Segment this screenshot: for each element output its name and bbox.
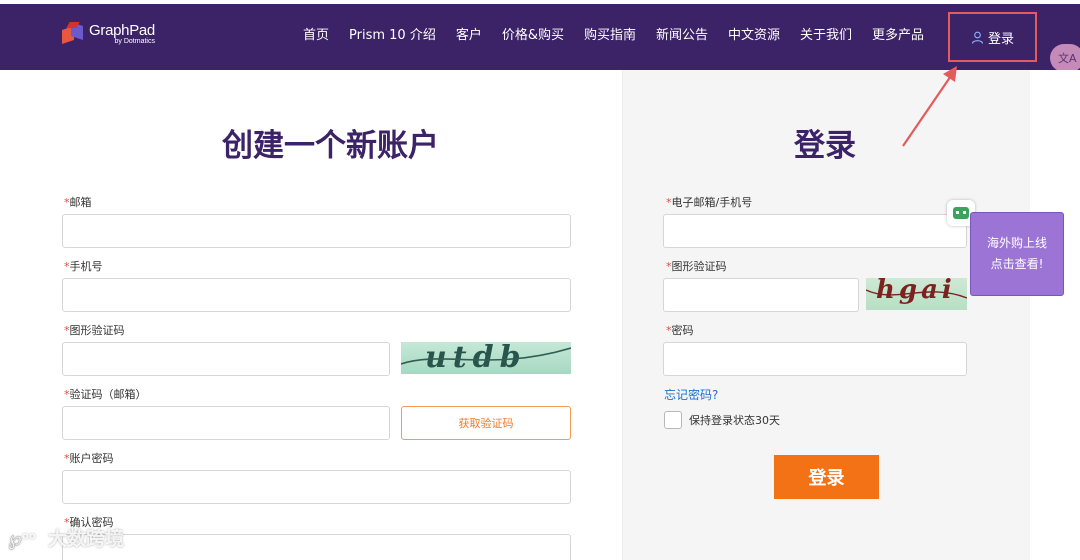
watermark: ℘ oo 大数跨境 (8, 524, 124, 551)
password-field[interactable] (62, 470, 571, 504)
nav-item-customers[interactable]: 客户 (456, 28, 482, 44)
svg-text:℘: ℘ (8, 526, 22, 550)
graphpad-logo-icon (62, 22, 86, 44)
phone-field[interactable] (62, 278, 571, 312)
login-password-label: *密码 (666, 324, 694, 337)
captcha-label: *图形验证码 (64, 324, 125, 337)
verify-code-field[interactable] (62, 406, 390, 440)
remember-label: 保持登录状态30天 (689, 414, 780, 427)
nav-item-chinese-resources[interactable]: 中文资源 (728, 28, 780, 44)
register-title: 创建一个新账户 (222, 128, 439, 164)
user-icon (971, 31, 984, 44)
email-field[interactable] (62, 214, 571, 248)
nav-item-buying-guide[interactable]: 购买指南 (584, 28, 636, 44)
login-password-field[interactable] (663, 342, 967, 376)
captcha-field[interactable] (62, 342, 390, 376)
email-label: *邮箱 (64, 196, 92, 209)
logo-subtitle: by Dotmatics (114, 38, 155, 45)
watermark-text: 大数跨境 (48, 528, 125, 550)
verify-code-label: *验证码（邮箱） (64, 388, 147, 401)
remember-me[interactable]: 保持登录状态30天 (664, 411, 780, 429)
promo-line-2: 点击查看! (990, 257, 1044, 271)
nav-item-news[interactable]: 新闻公告 (656, 28, 708, 44)
nav-item-more-products[interactable]: 更多产品 (872, 28, 924, 44)
nav-item-about[interactable]: 关于我们 (800, 28, 852, 44)
login-captcha-label: *图形验证码 (666, 260, 727, 273)
annotation-arrow-icon (902, 66, 957, 147)
phone-label: *手机号 (64, 260, 103, 273)
main-nav: 首页 Prism 10 介绍 客户 价格&购买 购买指南 新闻公告 中文资源 关… (303, 28, 944, 44)
promo-popup[interactable]: 海外购上线 点击查看! (970, 212, 1064, 296)
login-captcha-image[interactable]: hgai (866, 278, 967, 310)
captcha-image[interactable]: utdb (401, 342, 571, 374)
header-login-label: 登录 (987, 31, 1014, 47)
account-field[interactable] (663, 214, 967, 248)
watermark-logo-icon: ℘ oo (8, 525, 36, 550)
confirm-password-field[interactable] (62, 534, 571, 560)
nav-item-home[interactable]: 首页 (303, 28, 329, 44)
forgot-password-link[interactable]: 忘记密码? (664, 386, 718, 403)
login-captcha-field[interactable] (663, 278, 859, 312)
remember-checkbox[interactable] (664, 411, 682, 429)
header-login-link[interactable]: 登录 (948, 12, 1037, 62)
password-label: *账户密码 (64, 452, 114, 465)
login-title: 登录 (794, 128, 856, 164)
get-code-button[interactable]: 获取验证码 (401, 406, 571, 440)
nav-item-pricing[interactable]: 价格&购买 (502, 28, 564, 44)
graphpad-logo[interactable]: GraphPad by Dotmatics (62, 22, 155, 54)
login-submit-button[interactable]: 登录 (774, 455, 879, 499)
svg-text:oo: oo (22, 531, 36, 542)
translate-icon[interactable]: 文A (1050, 44, 1080, 72)
nav-item-prism[interactable]: Prism 10 介绍 (349, 28, 436, 44)
account-label: *电子邮箱/手机号 (666, 196, 753, 209)
promo-line-1: 海外购上线 (986, 236, 1047, 250)
